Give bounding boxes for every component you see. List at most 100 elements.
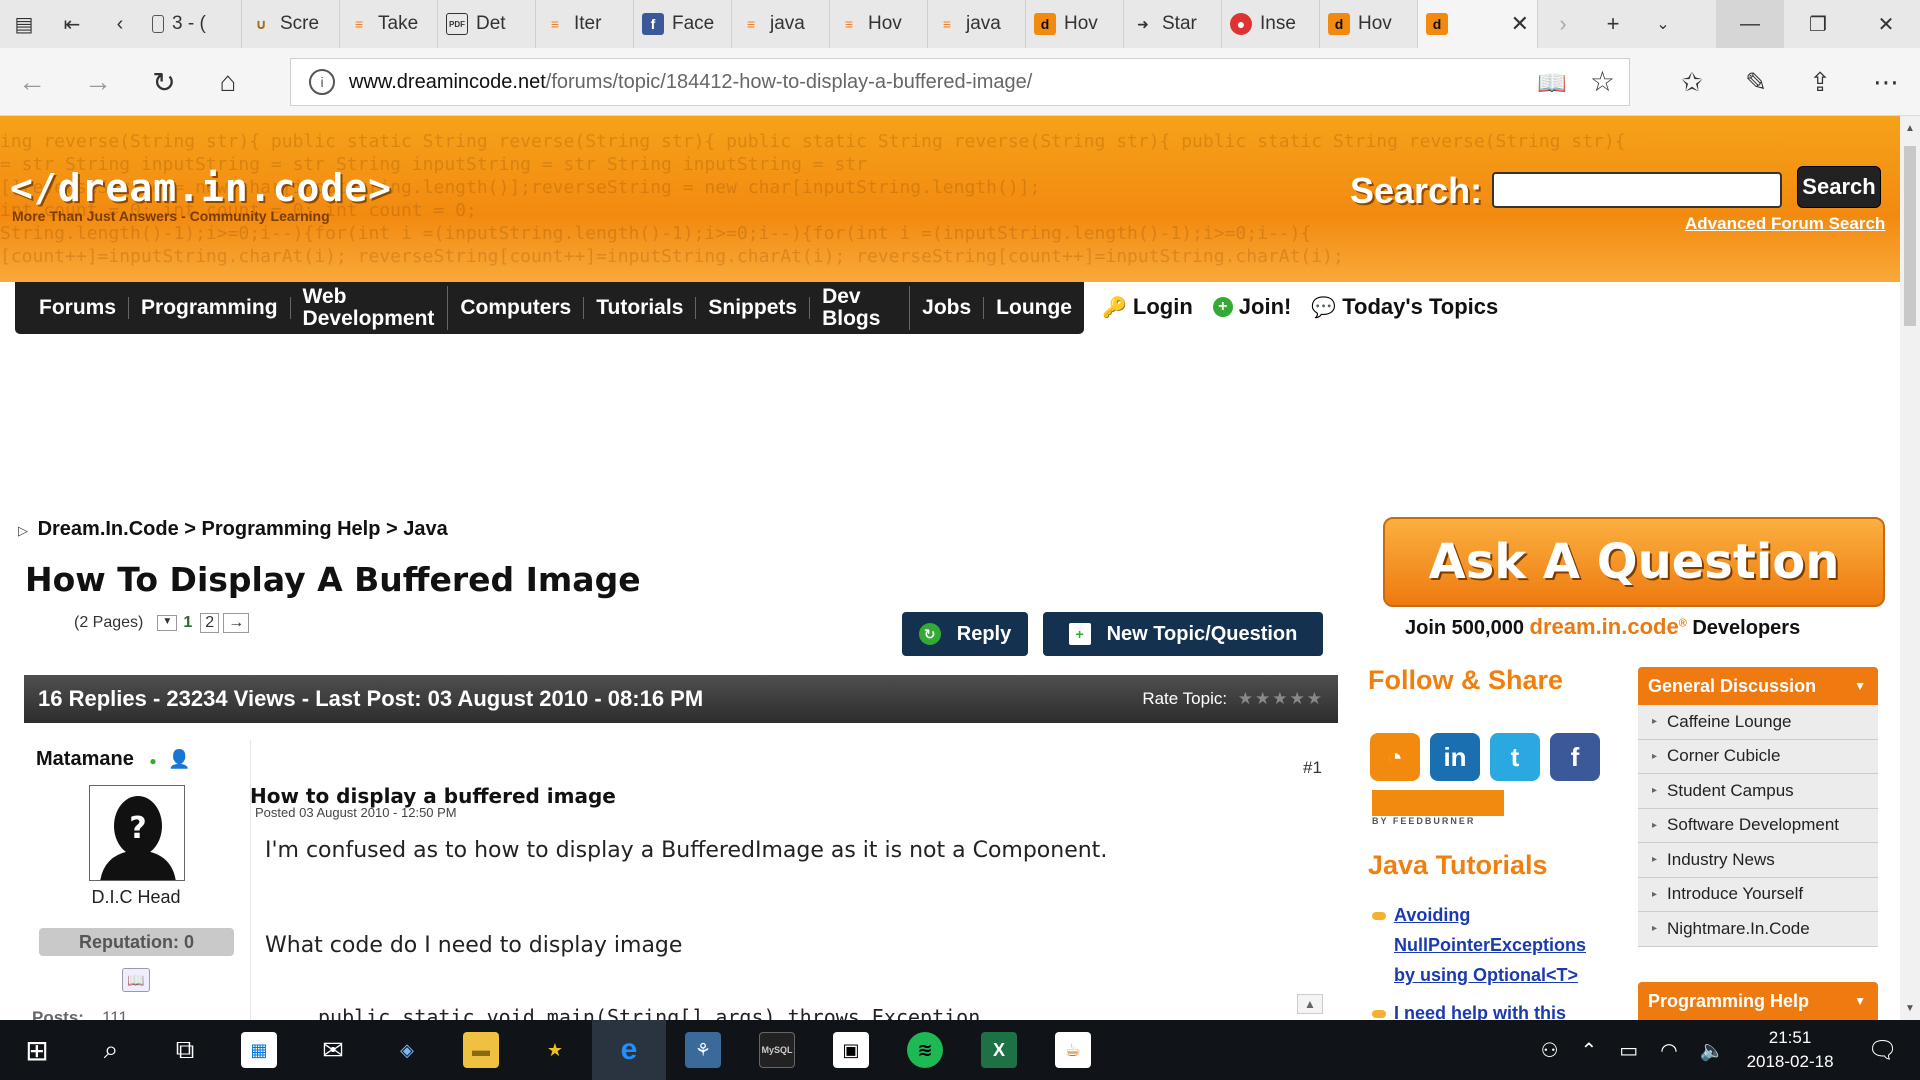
close-tab-icon[interactable]: ✕ xyxy=(1511,11,1529,37)
list-item[interactable]: ▸ Caffeine Lounge xyxy=(1638,705,1878,740)
list-item[interactable]: ▸ Nightmare.In.Code xyxy=(1638,912,1878,947)
scrollbar-thumb[interactable] xyxy=(1904,146,1916,326)
nav-programming[interactable]: Programming xyxy=(129,297,291,319)
breadcrumb-java[interactable]: Java xyxy=(403,518,448,540)
tab-list-icon[interactable]: ▤ xyxy=(0,0,48,48)
page-scrollbar[interactable]: ▲ ▼ xyxy=(1900,116,1920,1020)
browser-tab[interactable]: ∪ Scre xyxy=(242,0,340,48)
info-icon[interactable]: i xyxy=(309,69,335,95)
advanced-search-link[interactable]: Advanced Forum Search xyxy=(1685,214,1885,234)
rss-icon[interactable]: ◔ xyxy=(1370,733,1420,781)
facebook-icon[interactable]: f xyxy=(1550,733,1600,781)
chevron-up-icon[interactable]: ⌃ xyxy=(1581,1038,1598,1063)
browser-tab[interactable]: d Hov xyxy=(1026,0,1124,48)
new-topic-button[interactable]: + New Topic/Question xyxy=(1043,612,1323,656)
general-discussion-header[interactable]: General Discussion ▼ xyxy=(1638,667,1878,705)
linkedin-icon[interactable]: in xyxy=(1430,733,1480,781)
page-jump-dropdown-icon[interactable]: ▼ xyxy=(157,615,178,631)
tutorial-link[interactable]: Avoiding NullPointerExceptions by using … xyxy=(1394,900,1612,990)
wifi-icon[interactable]: ◠ xyxy=(1660,1038,1677,1063)
intellij-icon[interactable]: ▣ xyxy=(814,1020,888,1080)
browser-tab[interactable]: d Hov xyxy=(1320,0,1418,48)
forward-icon[interactable]: → xyxy=(78,62,118,102)
browser-tab-active[interactable]: d ✕ xyxy=(1418,0,1538,48)
search-button[interactable]: Search xyxy=(1797,166,1881,208)
browser-tab[interactable]: ≡ java xyxy=(928,0,1026,48)
nav-lounge[interactable]: Lounge xyxy=(984,297,1084,319)
post-number[interactable]: #1 xyxy=(1303,758,1322,778)
share-icon[interactable]: ⇪ xyxy=(1800,62,1840,102)
tabs-aside-icon[interactable]: ⇤ xyxy=(48,0,96,48)
mail-icon[interactable]: ✉ xyxy=(296,1020,370,1080)
scroll-down-icon[interactable]: ▼ xyxy=(1900,998,1920,1018)
java-icon[interactable]: ☕ xyxy=(1036,1020,1110,1080)
nav-forums[interactable]: Forums xyxy=(27,297,130,319)
profile-icon[interactable]: 👤 xyxy=(168,749,190,769)
battery-icon[interactable]: ▭ xyxy=(1619,1038,1638,1063)
favorites-hub-icon[interactable]: ✩ xyxy=(1672,62,1712,102)
task-view-icon[interactable]: ⧉ xyxy=(148,1020,222,1080)
nav-tutorials[interactable]: Tutorials xyxy=(584,297,697,319)
ask-question-button[interactable]: Ask A Question xyxy=(1383,517,1885,607)
more-icon[interactable]: ⋯ xyxy=(1866,62,1906,102)
reply-button[interactable]: ↻ Reply xyxy=(902,612,1028,656)
next-page-arrow[interactable]: → xyxy=(223,613,250,633)
scroll-to-top-icon[interactable]: ▲ xyxy=(1297,994,1323,1014)
pen-icon[interactable]: ✎ xyxy=(1736,62,1776,102)
search-input[interactable] xyxy=(1492,172,1782,208)
scroll-up-icon[interactable]: ▲ xyxy=(1900,118,1920,138)
browser-tab[interactable]: 3 - ( xyxy=(144,0,242,48)
reading-view-icon[interactable]: 📖 xyxy=(1537,69,1567,98)
volume-icon[interactable]: 🔈 xyxy=(1700,1038,1725,1063)
avatar[interactable]: ? xyxy=(89,785,185,881)
browser-tab[interactable]: PDF Det xyxy=(438,0,536,48)
nav-computers[interactable]: Computers xyxy=(448,297,585,319)
breadcrumb-programming-help[interactable]: Programming Help xyxy=(202,518,381,540)
page-link-2[interactable]: 2 xyxy=(200,613,220,633)
search-icon[interactable]: ⌕ xyxy=(74,1020,148,1080)
file-explorer-icon[interactable]: ▬ xyxy=(444,1020,518,1080)
minimize-icon[interactable]: — xyxy=(1716,0,1784,48)
nav-web-development[interactable]: Web Development xyxy=(291,286,449,330)
clock[interactable]: 21:51 2018-02-18 xyxy=(1747,1026,1834,1074)
star-app-icon[interactable]: ★ xyxy=(518,1020,592,1080)
notifications-icon[interactable]: 🗨 xyxy=(1868,1036,1898,1065)
programming-help-header[interactable]: Programming Help ▼ xyxy=(1638,982,1878,1020)
browser-tab[interactable]: ≡ Hov xyxy=(830,0,928,48)
nav-snippets[interactable]: Snippets xyxy=(696,297,811,319)
edge-icon[interactable]: e xyxy=(592,1020,666,1080)
people-icon[interactable]: ⚇ xyxy=(1541,1038,1559,1063)
author-name[interactable]: Matamane xyxy=(36,748,134,770)
list-item[interactable]: ▸ Industry News xyxy=(1638,843,1878,878)
scroll-tabs-left-icon[interactable]: ‹ xyxy=(96,0,144,48)
store-icon[interactable]: ▦ xyxy=(222,1020,296,1080)
3d-cube-icon[interactable]: ◈ xyxy=(370,1020,444,1080)
join-link[interactable]: + Join! xyxy=(1212,294,1291,320)
new-tab-icon[interactable]: + xyxy=(1588,0,1638,48)
refresh-icon[interactable]: ↻ xyxy=(144,62,184,102)
list-item[interactable]: ▸ Corner Cubicle xyxy=(1638,739,1878,774)
site-logo[interactable]: </dream.in.code> xyxy=(10,166,392,210)
excel-icon[interactable]: X xyxy=(962,1020,1036,1080)
restore-icon[interactable]: ❐ xyxy=(1784,0,1852,48)
twitter-icon[interactable]: t xyxy=(1490,733,1540,781)
rating-stars[interactable]: ★★★★★ xyxy=(1238,689,1324,708)
browser-tab[interactable]: ≡ java xyxy=(732,0,830,48)
start-windows-icon[interactable]: ⊞ xyxy=(0,1020,74,1080)
spotify-icon[interactable]: ≋ xyxy=(888,1020,962,1080)
address-bar[interactable]: i www.dreamincode.net/forums/topic/18441… xyxy=(290,58,1630,106)
browser-tab[interactable]: f Face xyxy=(634,0,732,48)
home-icon[interactable]: ⌂ xyxy=(208,62,248,102)
nav-jobs[interactable]: Jobs xyxy=(910,297,985,319)
feedburner-badge[interactable]: BY FEEDBURNER xyxy=(1372,790,1504,826)
favorite-star-icon[interactable]: ☆ xyxy=(1590,65,1615,98)
browser-tab[interactable]: ≡ Iter xyxy=(536,0,634,48)
chevron-down-icon[interactable]: ⌄ xyxy=(1638,0,1688,48)
back-icon[interactable]: ← xyxy=(12,62,52,102)
browser-tab[interactable]: ≡ Take xyxy=(340,0,438,48)
list-item[interactable]: ▸ Software Development xyxy=(1638,808,1878,843)
breadcrumb-home[interactable]: Dream.In.Code xyxy=(38,518,179,540)
login-link[interactable]: 🔑 Login xyxy=(1102,294,1193,320)
nav-dev-blogs[interactable]: Dev Blogs xyxy=(810,286,911,330)
close-window-icon[interactable]: ✕ xyxy=(1852,0,1920,48)
